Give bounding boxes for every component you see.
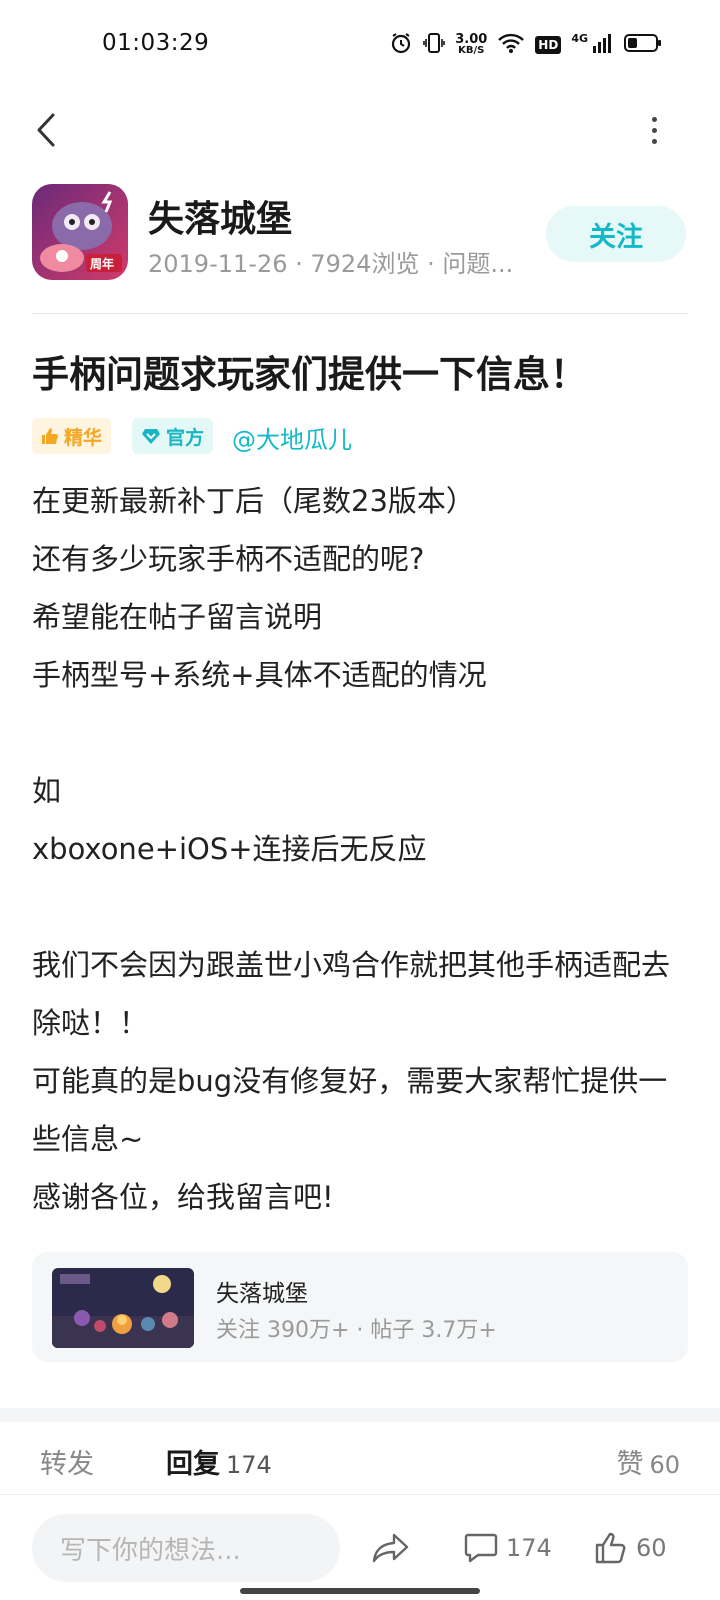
official-tag: 官方 xyxy=(132,418,214,454)
tab-like[interactable]: 赞 60 xyxy=(616,1442,680,1481)
essence-tag: 精华 xyxy=(32,418,112,454)
thumbs-up-outline-icon xyxy=(595,1532,626,1564)
tab-reply[interactable]: 回复 174 xyxy=(166,1442,272,1481)
anniversary-badge: 周年 xyxy=(90,257,115,271)
more-vertical-icon xyxy=(651,116,657,122)
tab-reply-label: 回复 xyxy=(166,1449,220,1480)
vibrate-icon xyxy=(423,31,446,59)
signal-icon xyxy=(592,32,614,58)
section-divider xyxy=(0,1408,720,1422)
post-meta: 2019-11-26 · 7924浏览 · 问题... xyxy=(148,250,514,278)
divider xyxy=(32,313,688,314)
tab-like-count: 60 xyxy=(649,1451,680,1479)
wifi-icon xyxy=(497,32,525,58)
tab-like-label: 赞 xyxy=(616,1449,644,1480)
comment-button[interactable]: 174 xyxy=(464,1520,552,1576)
thumbs-up-icon xyxy=(42,428,58,444)
alarm-icon xyxy=(389,31,413,59)
post-body: 在更新最新补丁后（尾数23版本） 还有多少玩家手柄不适配的呢? 希望能在帖子留言… xyxy=(32,484,671,1214)
tab-forward[interactable]: 转发 xyxy=(40,1442,94,1481)
post-title: 手柄问题求玩家们提供一下信息！ xyxy=(32,353,587,396)
official-tag-label: 官方 xyxy=(166,426,205,449)
share-icon xyxy=(372,1533,409,1563)
more-options-button[interactable] xyxy=(640,108,668,152)
network-type: 4G xyxy=(571,31,588,45)
back-button[interactable] xyxy=(26,106,66,154)
comment-icon xyxy=(464,1533,498,1563)
hd-badge: HD xyxy=(535,36,562,54)
game-icon[interactable]: 周年 xyxy=(32,184,128,280)
chevron-left-icon xyxy=(37,113,55,147)
like-count: 60 xyxy=(636,1534,667,1562)
like-button[interactable]: 60 xyxy=(594,1520,667,1576)
tabs-divider xyxy=(0,1494,720,1495)
comment-count: 174 xyxy=(506,1534,552,1562)
verified-heart-icon xyxy=(142,429,160,444)
game-name[interactable]: 失落城堡 xyxy=(148,190,292,242)
game-thumbnail xyxy=(52,1268,194,1348)
status-icons: 3.00 KB/S HD 4G xyxy=(389,30,662,60)
card-game-stats: 关注 390万+ · 帖子 3.7万+ xyxy=(216,1318,497,1343)
game-card[interactable]: 失落城堡 关注 390万+ · 帖子 3.7万+ xyxy=(32,1252,688,1362)
status-time: 01:03:29 xyxy=(102,30,210,56)
follow-button[interactable]: 关注 xyxy=(546,206,686,262)
author-link[interactable]: @大地瓜儿 xyxy=(232,420,352,455)
comment-input[interactable]: 写下你的想法... xyxy=(32,1514,340,1582)
card-game-name: 失落城堡 xyxy=(216,1281,308,1307)
network-speed: 3.00 KB/S xyxy=(455,32,488,56)
home-indicator[interactable] xyxy=(240,1588,480,1594)
tab-reply-count: 174 xyxy=(226,1451,272,1479)
battery-icon xyxy=(624,33,662,57)
essence-tag-label: 精华 xyxy=(64,426,103,449)
share-button[interactable] xyxy=(372,1520,410,1576)
